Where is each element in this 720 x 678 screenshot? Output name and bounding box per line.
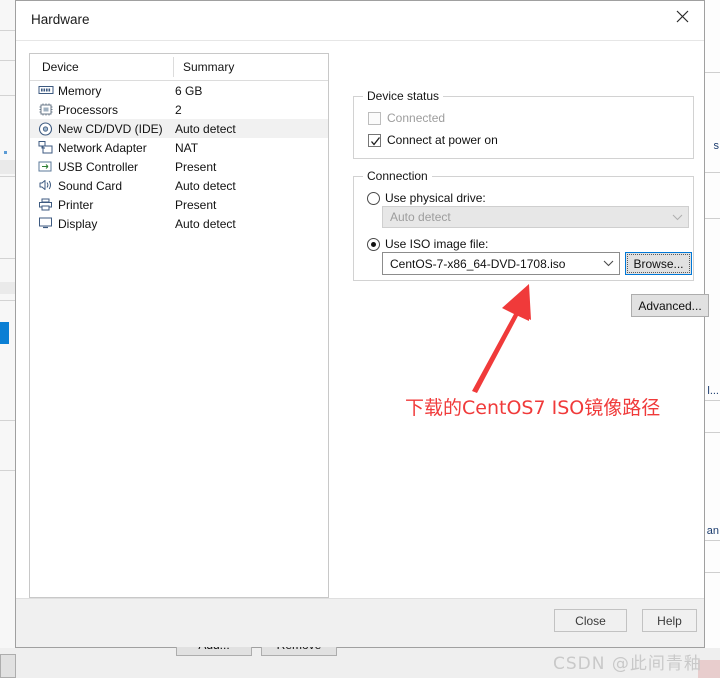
connected-label: Connected [387,111,446,125]
device-name: Sound Card [58,178,123,193]
device-summary: Auto detect [175,178,236,193]
chevron-down-icon [666,214,688,221]
up-arrow-annotation-icon [472,284,531,393]
table-row[interactable]: USB Controller Present [30,157,328,176]
processor-icon [38,103,55,117]
dialog-body: Device Summary Memory 6 GB Processors 2 … [16,40,709,656]
device-summary: Auto detect [175,216,236,231]
use-iso-image-radio-row[interactable]: Use ISO image file: [367,237,488,251]
device-summary: Present [175,159,217,174]
connected-checkbox [368,111,381,125]
chevron-down-icon [597,260,619,267]
table-row[interactable]: Processors 2 [30,100,328,119]
background-dot [4,151,7,154]
advanced-button[interactable]: Advanced... [631,294,709,317]
table-row-selected[interactable]: New CD/DVD (IDE) Auto detect [30,119,328,138]
title-bar: Hardware [16,1,704,40]
table-row[interactable]: Display Auto detect [30,214,328,233]
network-icon [38,140,55,155]
close-icon[interactable] [660,1,704,31]
device-summary: NAT [175,140,199,155]
background-text-fragment: s [713,140,720,152]
connection-legend: Connection [363,169,432,183]
device-name: Memory [58,83,102,98]
printer-icon [38,198,55,212]
memory-icon [38,84,55,98]
device-list[interactable]: Device Summary Memory 6 GB Processors 2 … [29,53,329,598]
sound-icon [38,179,55,193]
help-button[interactable]: Help [642,609,697,632]
device-summary: 2 [175,102,182,117]
watermark: CSDN @此间青釉 [553,654,702,674]
column-header-device: Device [42,60,79,74]
device-name: New CD/DVD (IDE) [58,121,163,136]
device-summary: Auto detect [175,121,236,136]
device-summary: Present [175,197,217,212]
background-text-fragment: an [706,525,719,537]
device-list-header: Device Summary [30,54,328,81]
table-row[interactable]: Network Adapter NAT [30,138,328,157]
background-bottom-button [0,654,16,678]
iso-file-value: CentOS-7-x86_64-DVD-1708.iso [390,256,566,271]
device-name: Processors [58,102,119,117]
column-divider [173,57,174,77]
physical-drive-value: Auto detect [390,210,451,224]
hardware-dialog: Hardware Device Summary Memory 6 GB Proc… [15,0,709,656]
device-name: Printer [58,197,94,212]
help-button-label: Help [657,613,682,628]
device-summary: 6 GB [175,83,203,98]
connect-at-power-on-label: Connect at power on [387,133,498,147]
background-selection-marker [0,322,9,344]
device-name: Display [58,216,98,231]
use-iso-image-radio [367,237,380,251]
cd-dvd-icon [38,121,55,136]
device-status-legend: Device status [363,89,444,103]
display-icon [38,217,55,231]
physical-drive-select[interactable]: Auto detect [382,206,689,228]
page-title: Hardware [31,12,90,27]
device-status-group: Device status Connected Connect at power… [353,89,694,159]
close-button-footer[interactable]: Close [554,609,627,632]
table-row[interactable]: Sound Card Auto detect [30,176,328,195]
use-physical-drive-radio [367,191,380,205]
table-row[interactable]: Memory 6 GB [30,81,328,100]
browse-button[interactable]: Browse... [625,252,692,275]
table-row[interactable]: Printer Present [30,195,328,214]
dialog-footer: Close Help [16,598,704,647]
device-name: USB Controller [58,159,139,174]
use-iso-image-label: Use ISO image file: [385,237,489,251]
annotation-text: 下载的CentOS7 ISO镜像路径 [405,397,661,419]
close-button-label: Close [575,613,606,628]
use-physical-drive-radio-row[interactable]: Use physical drive: [367,191,486,205]
connect-at-power-on-checkbox [368,133,381,147]
column-header-summary: Summary [183,60,235,74]
usb-icon [38,160,55,174]
background-text-fragment: l... [707,385,719,397]
use-physical-drive-label: Use physical drive: [385,191,486,205]
device-name: Network Adapter [58,140,147,155]
connect-at-power-on-checkbox-row[interactable]: Connect at power on [368,133,498,147]
iso-file-select[interactable]: CentOS-7-x86_64-DVD-1708.iso [382,252,620,275]
connected-checkbox-row[interactable]: Connected [368,111,445,125]
